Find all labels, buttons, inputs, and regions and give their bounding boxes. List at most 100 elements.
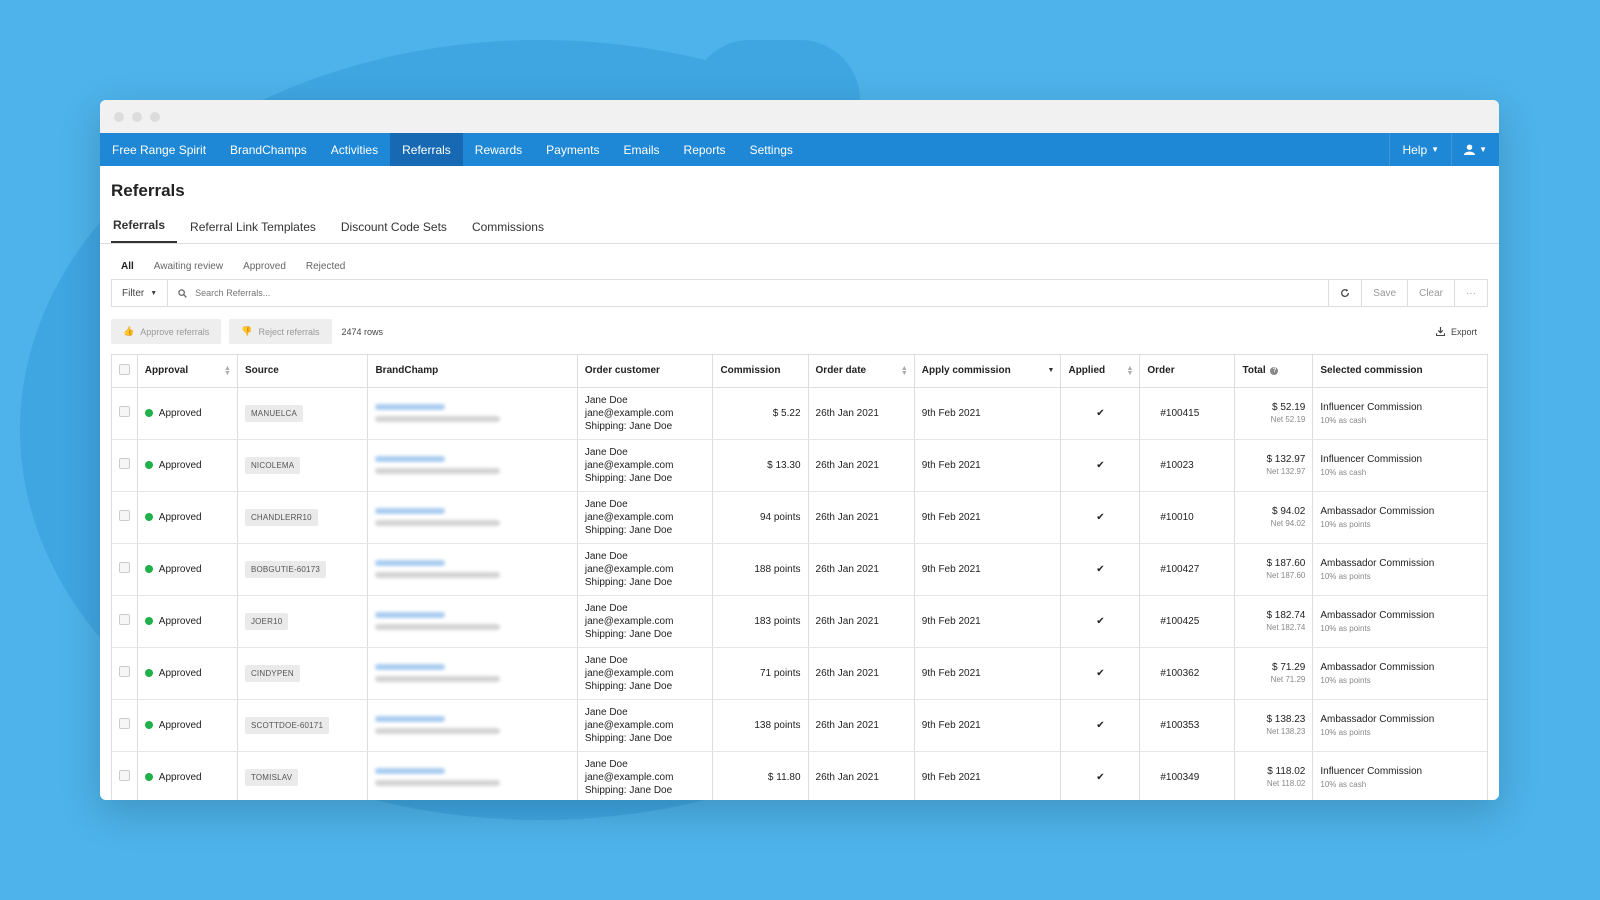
row-checkbox[interactable] [119,614,130,625]
nav-item-reports[interactable]: Reports [672,133,738,166]
header-approval[interactable]: Approval ▲ ▼ [137,355,238,388]
source-badge: TOMISLAV [244,768,299,786]
nav-item-settings[interactable]: Settings [738,133,805,166]
brandchamp-name-redacted[interactable] [375,612,446,618]
subfilter-rejected[interactable]: Rejected [306,261,345,272]
more-options-button[interactable]: ··· [1454,280,1487,306]
customer-email: jane@example.com [584,563,674,575]
thumbs-down-icon: 👎 [241,326,253,336]
header-commission[interactable]: Commission [712,355,809,388]
header-source[interactable]: Source [237,355,369,388]
clear-button[interactable]: Clear [1407,280,1454,306]
customer-shipping: Shipping: Jane Doe [584,732,673,744]
header-brandchamp[interactable]: BrandChamp [367,355,578,388]
header-apply-commission[interactable]: Apply commission ▼ [914,355,1062,388]
brandchamp-name-redacted[interactable] [375,664,446,670]
customer-shipping: Shipping: Jane Doe [584,472,673,484]
subfilter-approved[interactable]: Approved [243,261,286,272]
user-menu[interactable]: ▼ [1451,133,1499,166]
table-row[interactable]: Approved TOMISLAV Jane Doe jane@example.… [112,751,1487,800]
order-number[interactable]: #100353 [1139,699,1236,752]
nav-item-free-range-spirit[interactable]: Free Range Spirit [100,133,218,166]
customer-email: jane@example.com [584,771,674,783]
approval-status: Approved [158,563,202,575]
header-selected-commission[interactable]: Selected commission [1312,355,1487,388]
order-number[interactable]: #100362 [1139,647,1236,700]
table-row[interactable]: Approved CINDYPEN Jane Doe jane@example.… [112,647,1487,700]
selected-commission-name: Ambassador Commission [1320,609,1435,621]
order-number[interactable]: #10010 [1139,491,1236,544]
selected-commission-detail: 10% as points [1320,727,1371,737]
order-number[interactable]: #100425 [1139,595,1236,648]
refresh-button[interactable] [1328,280,1361,306]
subfilter-awaiting-review[interactable]: Awaiting review [154,261,223,272]
total-net: Net 182.74 [1266,623,1306,632]
row-checkbox[interactable] [119,458,130,469]
search-input[interactable] [195,288,1329,298]
header-applied[interactable]: Applied ▲ ▼ [1060,355,1141,388]
table-row[interactable]: Approved SCOTTDOE-60171 Jane Doe jane@ex… [112,699,1487,752]
selected-commission-cell: Influencer Commission 10% as cash [1312,751,1487,800]
row-checkbox[interactable] [119,718,130,729]
tab-discount-code-sets[interactable]: Discount Code Sets [339,220,459,243]
select-all-checkbox[interactable] [119,363,130,375]
sort-icon: ▲ ▼ [1126,365,1134,377]
row-checkbox[interactable] [119,770,130,781]
approve-referrals-button[interactable]: 👍 Approve referrals [111,319,222,344]
tab-referral-link-templates[interactable]: Referral Link Templates [188,220,328,243]
brandchamp-name-redacted[interactable] [375,560,446,566]
nav-item-brandchamps[interactable]: BrandChamps [218,133,319,166]
total-cell: $ 187.60 Net 187.60 [1234,543,1314,596]
subfilter-all[interactable]: All [121,261,134,272]
table-row[interactable]: Approved NICOLEMA Jane Doe jane@example.… [112,439,1487,492]
brandchamp-name-redacted[interactable] [375,404,446,410]
total-net: Net 71.29 [1270,675,1306,684]
apply-commission-date: 9th Feb 2021 [914,751,1062,800]
row-checkbox[interactable] [119,510,130,521]
brandchamp-name-redacted[interactable] [375,456,446,462]
order-date: 26th Jan 2021 [808,543,915,596]
order-date: 26th Jan 2021 [808,439,915,492]
commission-value: 94 points [712,491,809,544]
save-button[interactable]: Save [1361,280,1407,306]
selected-commission-detail: 10% as cash [1320,467,1367,477]
table-row[interactable]: Approved JOER10 Jane Doe jane@example.co… [112,595,1487,648]
order-customer-cell: Jane Doe jane@example.com Shipping: Jane… [577,491,714,544]
header-total[interactable]: Total ? [1234,355,1314,388]
source-cell: CINDYPEN [237,647,369,700]
window-close-dot[interactable] [114,111,124,122]
table-row[interactable]: Approved MANUELCA Jane Doe jane@example.… [112,387,1487,440]
brandchamp-name-redacted[interactable] [375,716,446,722]
order-number[interactable]: #10023 [1139,439,1236,492]
tab-referrals[interactable]: Referrals [111,218,178,243]
brandchamp-name-redacted[interactable] [375,768,446,774]
nav-item-activities[interactable]: Activities [319,133,390,166]
header-order-date[interactable]: Order date ▲ ▼ [808,355,915,388]
row-checkbox[interactable] [119,562,130,573]
header-order-customer[interactable]: Order customer [577,355,714,388]
order-number[interactable]: #100427 [1139,543,1236,596]
nav-item-rewards[interactable]: Rewards [463,133,534,166]
reject-referrals-button[interactable]: 👎 Reject referrals [229,319,332,344]
order-number[interactable]: #100415 [1139,387,1236,440]
tab-commissions[interactable]: Commissions [470,220,556,243]
window-maximize-dot[interactable] [150,111,160,122]
table-row[interactable]: Approved CHANDLERR10 Jane Doe jane@examp… [112,491,1487,544]
approved-status-dot [144,720,153,729]
help-menu[interactable]: Help ▼ [1389,133,1451,166]
filter-dropdown[interactable]: Filter ▼ [112,280,169,306]
order-date: 26th Jan 2021 [808,491,915,544]
row-checkbox[interactable] [119,406,130,417]
nav-item-emails[interactable]: Emails [612,133,672,166]
row-checkbox[interactable] [119,666,130,677]
header-order[interactable]: Order [1139,355,1236,388]
export-button[interactable]: Export [1435,327,1488,337]
order-number[interactable]: #100349 [1139,751,1236,800]
selected-commission-detail: 10% as cash [1320,779,1367,789]
row-select-cell [112,647,138,700]
nav-item-referrals[interactable]: Referrals [390,133,463,166]
window-minimize-dot[interactable] [132,111,142,122]
table-row[interactable]: Approved BOBGUTIE-60173 Jane Doe jane@ex… [112,543,1487,596]
brandchamp-name-redacted[interactable] [375,508,446,514]
nav-item-payments[interactable]: Payments [534,133,611,166]
